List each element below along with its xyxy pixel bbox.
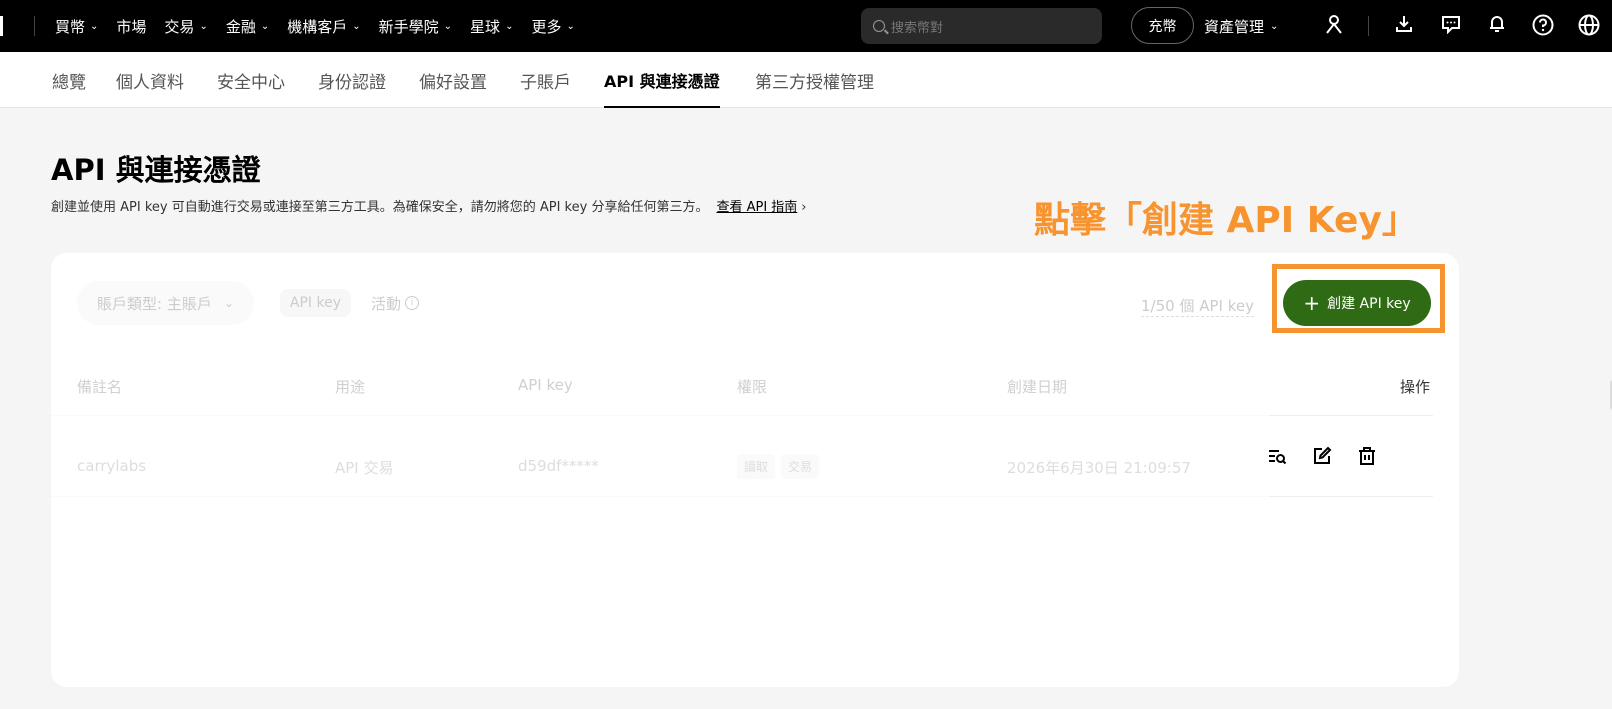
- asset-management-menu[interactable]: 資產管理 ⌄: [1204, 0, 1278, 52]
- nav-label: 星球: [470, 17, 501, 36]
- download-icon[interactable]: [1392, 14, 1416, 38]
- column-header-created: 創建日期: [1007, 378, 1068, 396]
- cell-purpose: API 交易: [335, 459, 394, 477]
- account-type-select[interactable]: 賬戶類型: 主賬戶 ⌄: [77, 281, 254, 325]
- tab-third-party-auth[interactable]: 第三方授權管理: [755, 52, 874, 108]
- nav-item-institutional[interactable]: 機構客戶 ⌄: [287, 16, 360, 37]
- cell-api-key: d59df*****: [518, 457, 599, 475]
- divider: [51, 496, 1270, 497]
- nav-item-more[interactable]: 更多 ⌄: [531, 16, 574, 37]
- nav-item-buy-crypto[interactable]: 買幣 ⌄: [55, 16, 98, 37]
- search-icon: [873, 20, 885, 32]
- nav-item-planet[interactable]: 星球 ⌄: [470, 16, 513, 37]
- nav-item-markets[interactable]: 市場: [116, 16, 146, 37]
- divider: [51, 415, 1270, 416]
- tab-verification[interactable]: 身份認證: [318, 52, 386, 108]
- description-text: 創建並使用 API key 可自動進行交易或連接至第三方工具。為確保安全，請勿將…: [51, 200, 709, 215]
- tab-overview[interactable]: 總覽: [52, 52, 86, 108]
- top-navbar: 買幣 ⌄ 市場 交易 ⌄ 金融 ⌄ 機構客戶 ⌄ 新手學院 ⌄ 星球 ⌄ 更多 ⌄ 搜索幣對 …: [0, 0, 1612, 52]
- page-description: 創建並使用 API key 可自動進行交易或連接至第三方工具。為確保安全，請勿將…: [51, 196, 807, 215]
- tab-activity[interactable]: 活動 i: [371, 293, 420, 314]
- column-header-actions: 操作: [1400, 378, 1431, 396]
- user-icon[interactable]: [1322, 14, 1346, 38]
- search-placeholder: 搜索幣對: [891, 20, 944, 36]
- api-key-count: 1/50 個 API key: [1141, 297, 1254, 317]
- tab-api[interactable]: API 與連接憑證: [604, 52, 720, 108]
- tab-api-key[interactable]: API key: [279, 289, 351, 317]
- divider: [1270, 496, 1433, 497]
- deposit-button[interactable]: 充幣: [1131, 7, 1194, 44]
- nav-label: 機構客戶: [287, 17, 348, 36]
- chevron-down-icon: ⌄: [90, 20, 99, 32]
- chevron-down-icon: ⌄: [199, 20, 208, 32]
- column-header-api-key: API key: [518, 376, 573, 394]
- permission-tag: 讀取: [737, 454, 776, 479]
- divider: [34, 16, 35, 36]
- chevron-down-icon: ⌄: [505, 20, 514, 32]
- column-header-remark: 備註名: [77, 378, 123, 396]
- help-icon[interactable]: [1531, 14, 1555, 38]
- chevron-right-icon: ›: [801, 200, 807, 215]
- cell-created: 2026年6月30日 21:09:57: [1007, 459, 1191, 477]
- nav-item-finance[interactable]: 金融 ⌄: [226, 16, 269, 37]
- info-icon: i: [405, 296, 420, 310]
- nav-label: 買幣: [55, 17, 86, 36]
- logo[interactable]: [0, 16, 3, 36]
- nav-label: 市場: [116, 17, 147, 36]
- nav-label: 交易: [164, 17, 195, 36]
- chevron-down-icon: ⌄: [443, 20, 453, 32]
- nav-item-trade[interactable]: 交易 ⌄: [164, 16, 207, 37]
- nav-label: 更多: [531, 17, 562, 36]
- edit-icon[interactable]: [1309, 443, 1335, 469]
- chevron-down-icon: ⌄: [1270, 20, 1279, 32]
- page-title: API 與連接憑證: [51, 153, 261, 187]
- account-subnav: 總覽 個人資料 安全中心 身份認證 偏好設置 子賬戶 API 與連接憑證 第三方…: [0, 52, 1612, 108]
- api-guide-link[interactable]: 查看 API 指南: [716, 200, 797, 215]
- chevron-down-icon: ⌄: [260, 20, 270, 32]
- search-input[interactable]: 搜索幣對: [861, 8, 1102, 44]
- globe-icon[interactable]: [1577, 14, 1601, 38]
- divider: [1270, 415, 1433, 416]
- tab-preferences[interactable]: 偏好設置: [419, 52, 487, 108]
- api-key-card: 賬戶類型: 主賬戶 ⌄ API key 活動 i 1/50 個 API key + 創…: [51, 253, 1459, 687]
- cell-remark: carrylabs: [77, 457, 147, 475]
- column-header-permission: 權限: [737, 378, 768, 396]
- cell-permissions: 讀取 交易: [737, 454, 825, 479]
- nav-label: 新手學院: [378, 17, 439, 36]
- tab-security[interactable]: 安全中心: [217, 52, 285, 108]
- permission-tag: 交易: [781, 454, 820, 479]
- plus-icon: +: [1303, 291, 1321, 315]
- delete-icon[interactable]: [1354, 443, 1380, 469]
- tab-profile[interactable]: 個人資料: [116, 52, 184, 108]
- chevron-down-icon: ⌄: [352, 20, 361, 32]
- nav-label: 金融: [225, 17, 256, 36]
- asset-label: 資產管理: [1204, 17, 1265, 36]
- tutorial-annotation: 點擊「創建 API Key」: [1034, 200, 1418, 241]
- divider: [1368, 16, 1369, 36]
- activity-label: 活動: [371, 294, 402, 313]
- column-header-purpose: 用途: [335, 378, 366, 396]
- create-api-key-button[interactable]: + 創建 API key: [1283, 280, 1431, 326]
- main-nav: 買幣 ⌄ 市場 交易 ⌄ 金融 ⌄ 機構客戶 ⌄ 新手學院 ⌄ 星球 ⌄ 更多 ⌄: [55, 0, 593, 52]
- tab-sub-accounts[interactable]: 子賬戶: [520, 52, 571, 108]
- chevron-down-icon: ⌄: [223, 296, 234, 310]
- message-icon[interactable]: [1439, 14, 1463, 38]
- view-details-icon[interactable]: [1264, 443, 1290, 469]
- nav-item-academy[interactable]: 新手學院 ⌄: [379, 16, 452, 37]
- chevron-down-icon: ⌄: [566, 20, 575, 32]
- create-button-label: 創建 API key: [1327, 296, 1411, 312]
- filter-bar: 賬戶類型: 主賬戶 ⌄ API key 活動 i: [77, 281, 420, 325]
- bell-icon[interactable]: [1485, 14, 1509, 38]
- account-type-label: 賬戶類型: 主賬戶: [97, 294, 212, 313]
